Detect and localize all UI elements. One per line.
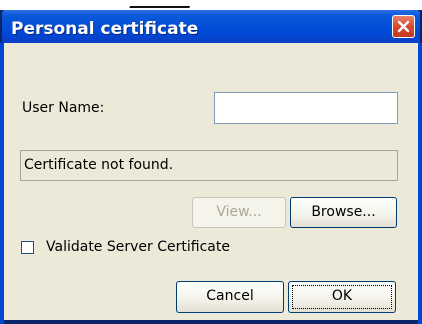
user-name-input[interactable] [214,92,398,124]
browse-button-label: Browse... [311,204,376,220]
dialog-body: User Name: Certificate not found. View..… [4,43,418,320]
certificate-status-box: Certificate not found. [20,150,398,181]
title-bar[interactable]: Personal certificate [2,10,420,43]
close-button[interactable] [392,15,415,38]
dialog-window: Personal certificate User Name: Certific… [0,0,422,324]
window-frame-right [418,43,422,324]
view-button-label: View... [216,204,262,220]
window-title: Personal certificate [11,19,199,39]
ok-button[interactable]: OK [288,281,396,313]
ok-button-label: OK [331,288,353,304]
validate-server-certificate-label[interactable]: Validate Server Certificate [46,239,230,255]
cancel-button[interactable]: Cancel [176,281,284,313]
close-icon [397,20,410,33]
certificate-status-text: Certificate not found. [24,157,174,173]
view-button[interactable]: View... [192,197,286,228]
cropped-background [0,0,422,10]
cropped-text-fragment [129,0,195,8]
cancel-button-label: Cancel [206,288,254,304]
user-name-label: User Name: [22,100,105,116]
validate-server-certificate-checkbox[interactable] [21,241,34,254]
browse-button[interactable]: Browse... [290,197,397,228]
